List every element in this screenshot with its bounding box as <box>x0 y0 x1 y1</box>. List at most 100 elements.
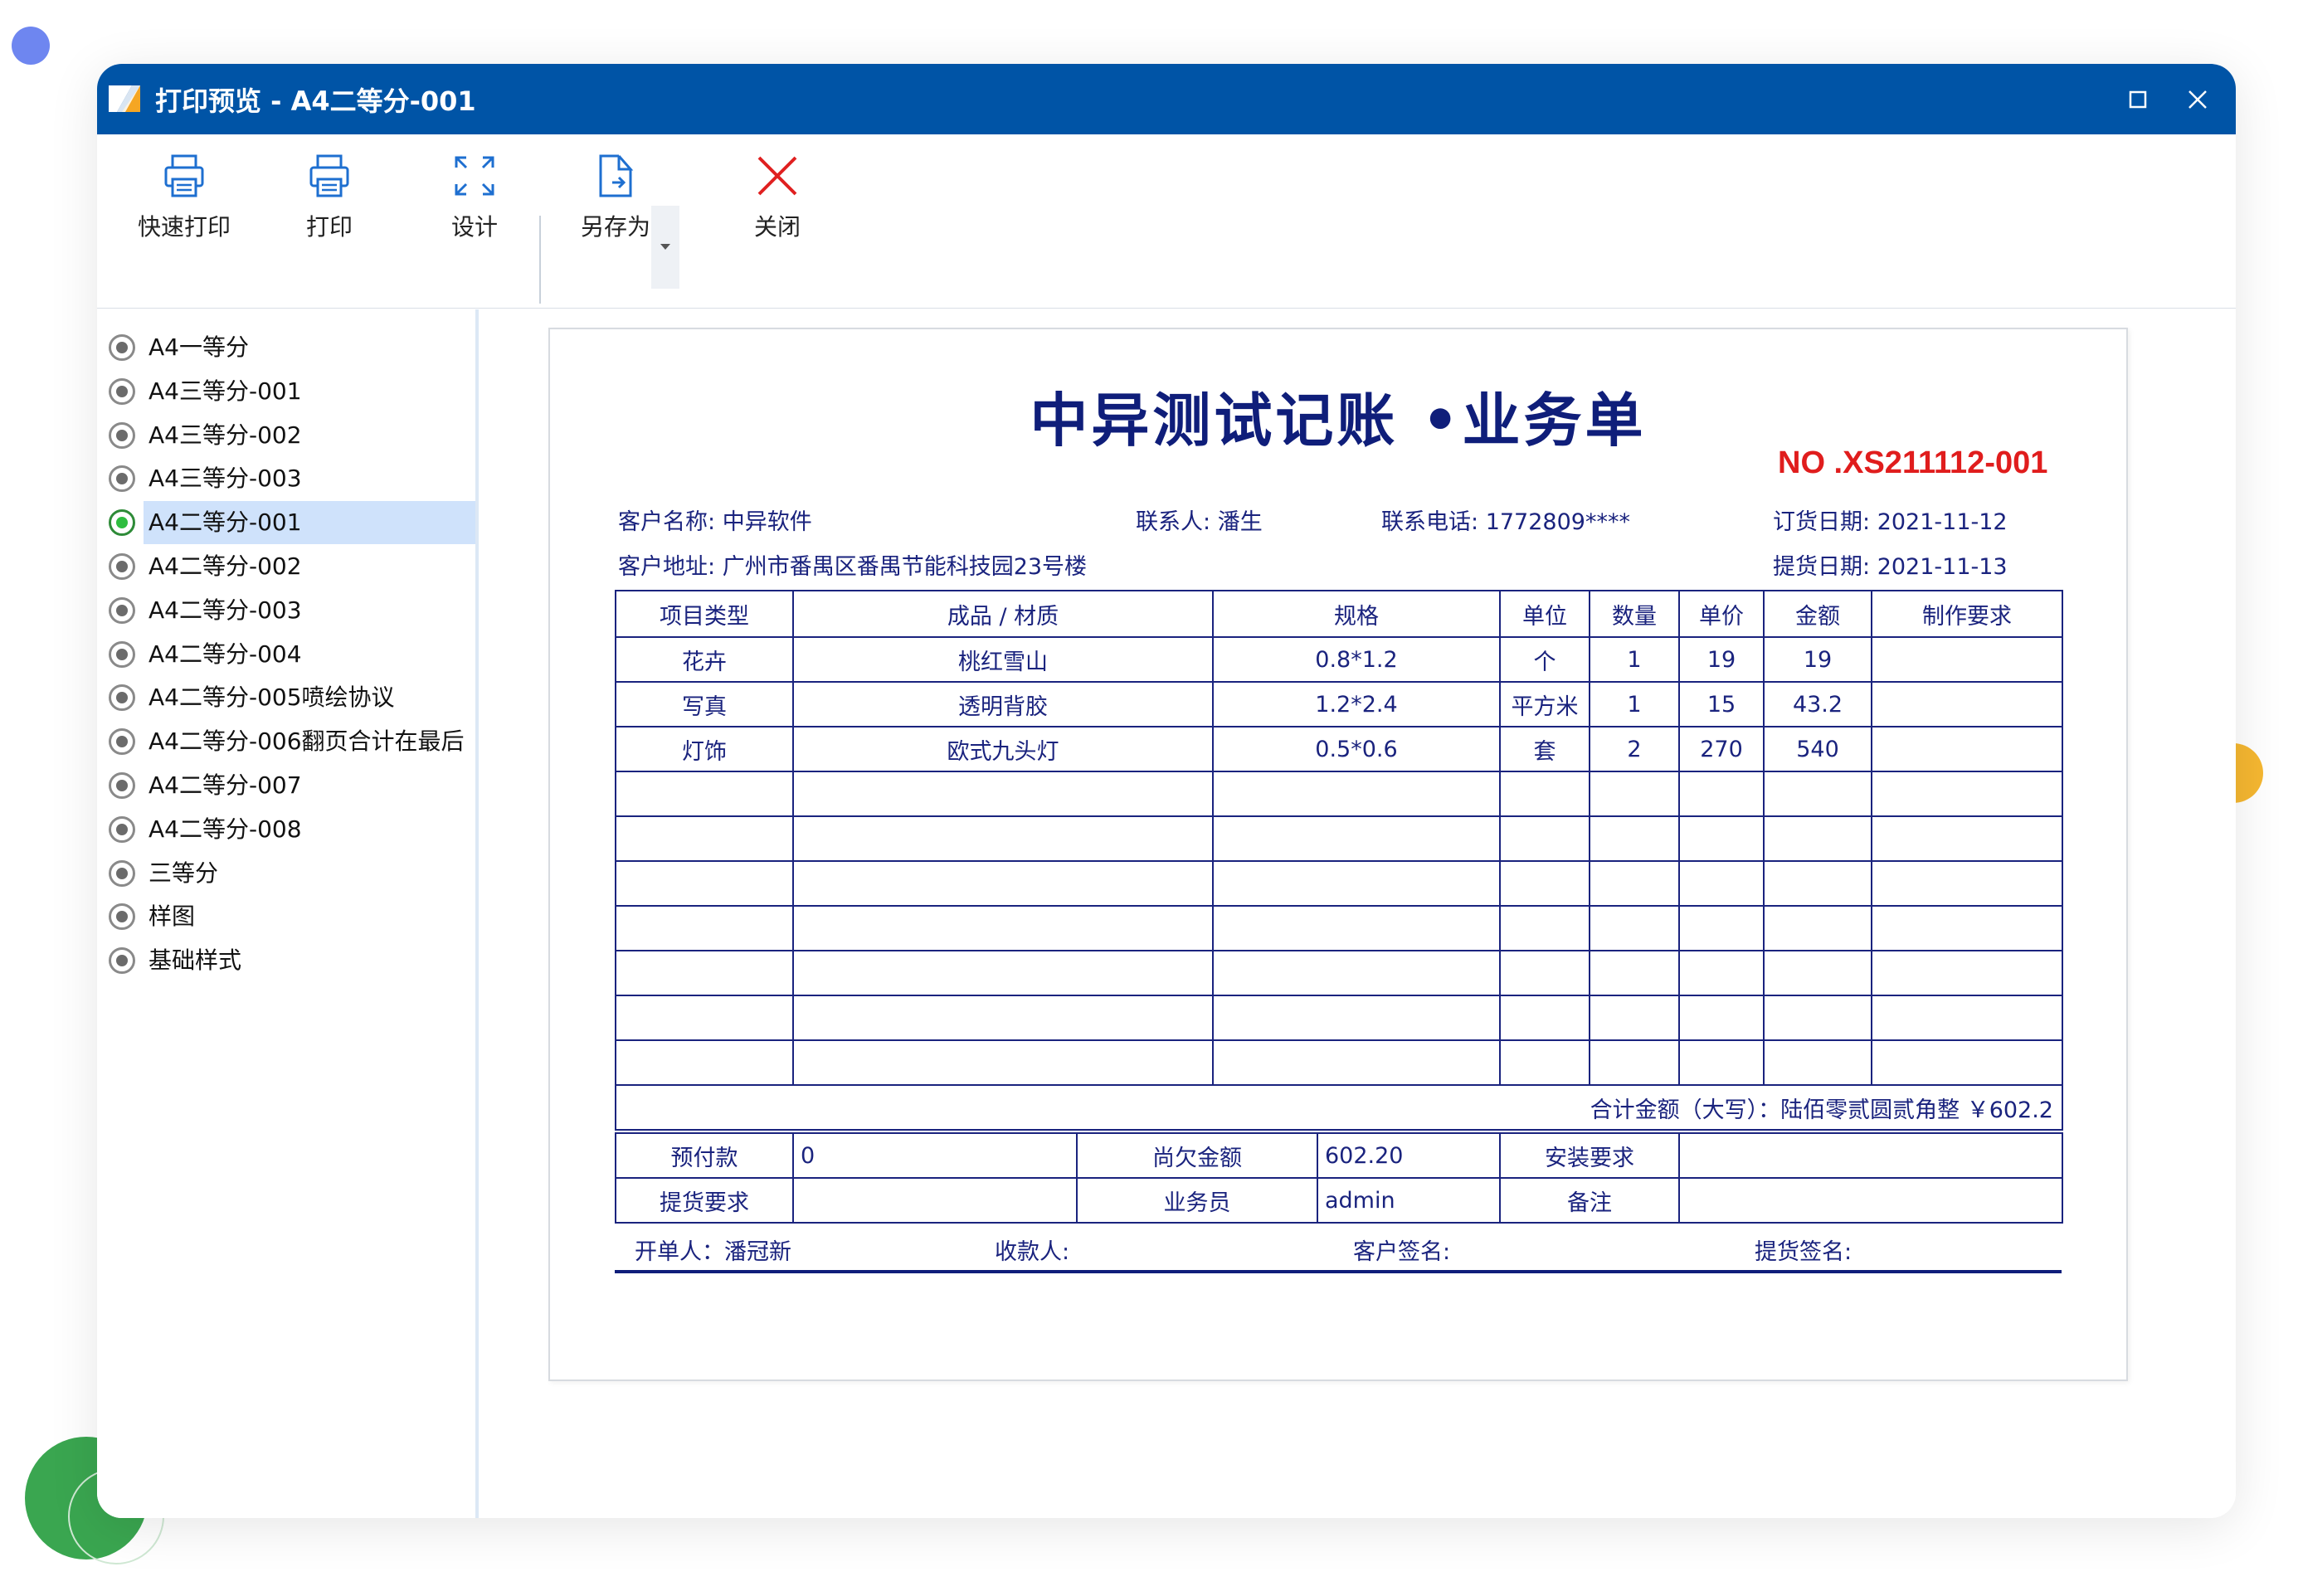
contact-label: 联系人: <box>1136 509 1211 535</box>
table-cell <box>1871 860 2063 907</box>
radio-icon[interactable] <box>109 421 135 449</box>
table-cell: 15 <box>1678 681 1765 727</box>
table-row-empty <box>615 995 2063 1041</box>
table-cell <box>792 1039 1214 1086</box>
radio-icon[interactable] <box>109 728 135 756</box>
design-button[interactable]: 设计 <box>412 151 537 300</box>
table-cell <box>1871 726 2063 772</box>
table-cell <box>1678 815 1765 862</box>
address-label: 客户地址: <box>618 554 716 580</box>
template-item[interactable]: A4二等分-002 <box>109 545 475 588</box>
table-row: 写真 透明背胶 1.2*2.4 平方米 1 15 43.2 <box>615 681 2063 727</box>
radio-icon[interactable] <box>109 640 135 668</box>
template-item[interactable]: 三等分 <box>109 852 475 895</box>
table-cell: 1 <box>1589 636 1680 683</box>
table-cell: 19 <box>1678 636 1765 683</box>
radio-icon[interactable] <box>109 684 135 712</box>
document-page: 中异测试记账 •业务单 NO .XS211112-001 客户名称: 中异软件 … <box>548 328 2128 1381</box>
radio-icon[interactable] <box>109 772 135 799</box>
order-date-value: 2021-11-12 <box>1877 509 2008 535</box>
table-cell: 平方米 <box>1499 681 1590 727</box>
prepay-label: 预付款 <box>615 1132 794 1179</box>
table-cell: 2 <box>1589 726 1680 772</box>
template-item[interactable]: A4二等分-006翻页合计在最后 <box>109 720 475 763</box>
radio-icon[interactable] <box>109 947 135 975</box>
template-item[interactable]: 样图 <box>109 895 475 938</box>
table-cell <box>1212 815 1501 862</box>
radio-icon[interactable] <box>109 377 135 405</box>
template-item[interactable]: A4一等分 <box>109 326 475 369</box>
address-info: 客户地址: 广州市番禺区番禺节能科技园23号楼 <box>618 548 1087 581</box>
radio-icon[interactable] <box>109 596 135 624</box>
template-item[interactable]: A4二等分-007 <box>109 764 475 807</box>
template-item[interactable]: 基础样式 <box>109 939 475 982</box>
template-item[interactable]: A4三等分-003 <box>109 457 475 500</box>
close-button-label: 关闭 <box>753 213 801 241</box>
close-button[interactable]: 关闭 <box>715 151 840 300</box>
radio-icon[interactable] <box>109 334 135 361</box>
table-cell <box>1763 860 1872 907</box>
quick-print-button-label: 快速打印 <box>137 213 231 241</box>
pickup-sign-text: 提货签名: <box>1755 1239 1853 1265</box>
window-title: 打印预览 - A4二等分-001 <box>155 85 476 117</box>
radio-icon[interactable] <box>109 859 135 887</box>
template-item[interactable]: A4二等分-003 <box>109 589 475 632</box>
template-item-label: A4二等分-004 <box>148 640 302 668</box>
table-cell <box>792 815 1214 862</box>
table-cell <box>1763 995 1872 1041</box>
table-cell <box>1589 771 1680 817</box>
table-cell <box>1678 995 1765 1041</box>
table-cell: 花卉 <box>615 636 794 683</box>
table-cell <box>1499 950 1590 996</box>
template-item[interactable]: A4二等分-008 <box>109 808 475 851</box>
template-item[interactable]: A4二等分-004 <box>109 633 475 676</box>
radio-icon[interactable] <box>109 553 135 580</box>
toolbar: 快速打印 打印 设计 另存为 关闭 <box>97 134 2236 309</box>
template-item[interactable]: A4二等分-005喷绘协议 <box>109 676 475 719</box>
table-cell <box>1589 905 1680 951</box>
column-header: 项目类型 <box>615 590 794 638</box>
table-row: 花卉 桃红雪山 0.8*1.2 个 1 19 19 <box>615 636 2063 683</box>
table-cell: 270 <box>1678 726 1765 772</box>
radio-icon[interactable] <box>109 465 135 493</box>
template-item-label: A4二等分-006翻页合计在最后 <box>148 727 465 756</box>
radio-icon[interactable] <box>109 903 135 931</box>
table-cell: 1.2*2.4 <box>1212 681 1501 727</box>
table-cell <box>1212 905 1501 951</box>
table-cell <box>615 860 794 907</box>
prepay-value: 0 <box>792 1132 1078 1179</box>
table-cell <box>1212 860 1501 907</box>
print-button[interactable]: 打印 <box>267 151 392 300</box>
contact-value: 潘生 <box>1217 509 1263 535</box>
table-cell: 套 <box>1499 726 1590 772</box>
printer-icon <box>309 154 349 197</box>
table-cell <box>1871 815 2063 862</box>
template-item-label: A4三等分-002 <box>148 421 302 449</box>
radio-icon[interactable] <box>109 815 135 843</box>
save-as-dropdown[interactable] <box>651 206 679 289</box>
install-value <box>1678 1132 2063 1179</box>
template-item[interactable]: A4三等分-002 <box>109 414 475 457</box>
document-number: NO .XS211112-001 <box>1778 445 2048 480</box>
table-cell: 540 <box>1763 726 1872 772</box>
quick-print-button[interactable]: 快速打印 <box>122 151 246 300</box>
maximize-icon[interactable] <box>2121 83 2154 116</box>
radio-icon[interactable] <box>109 509 135 537</box>
table-row-empty <box>615 905 2063 951</box>
template-item[interactable]: A4二等分-001 <box>109 501 475 545</box>
pickup-date-value: 2021-11-13 <box>1877 554 2008 580</box>
column-header: 单位 <box>1499 590 1590 638</box>
template-item[interactable]: A4三等分-001 <box>109 370 475 413</box>
table-cell <box>615 771 794 817</box>
expand-icon <box>455 156 494 196</box>
template-item-label: 基础样式 <box>148 946 242 975</box>
table-cell <box>1763 1039 1872 1086</box>
table-cell <box>1499 995 1590 1041</box>
salesman-value: admin <box>1317 1177 1501 1224</box>
save-as-icon <box>599 154 634 197</box>
customer-name-value: 中异软件 <box>722 509 812 535</box>
quick-print-icon <box>164 154 204 197</box>
close-window-icon[interactable] <box>2181 83 2214 116</box>
table-cell <box>1212 995 1501 1041</box>
table-cell: 透明背胶 <box>792 681 1214 727</box>
